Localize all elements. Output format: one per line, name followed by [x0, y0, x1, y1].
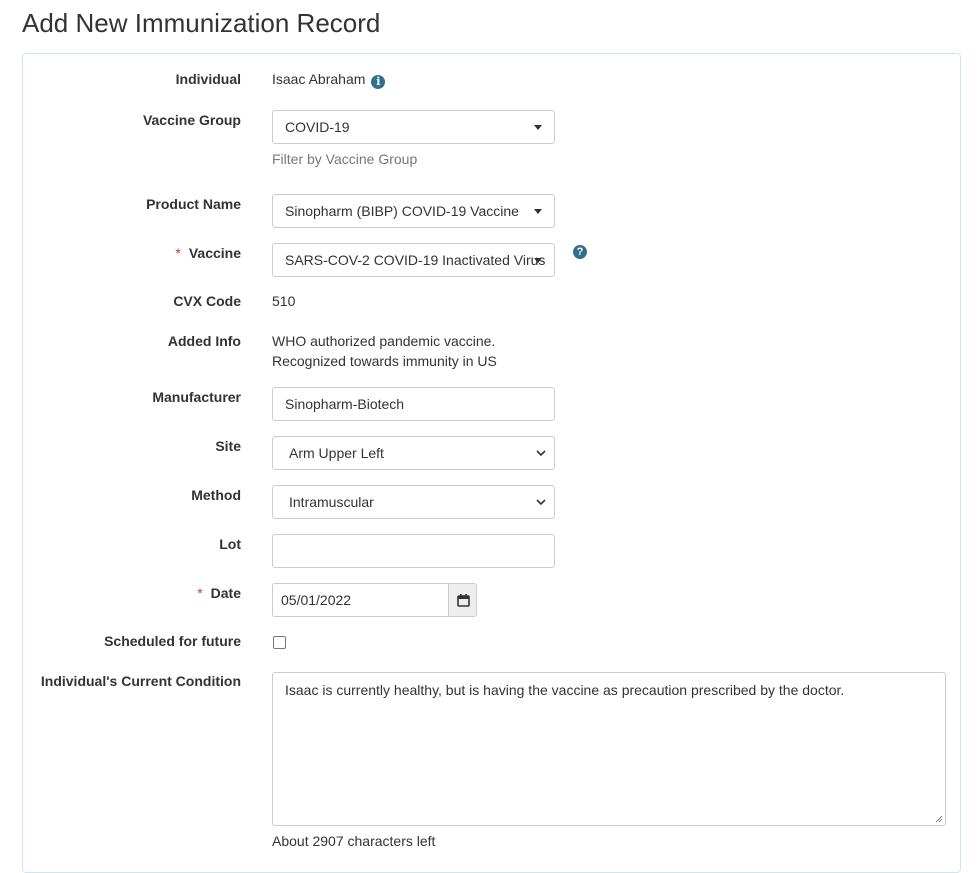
condition-value: Isaac is currently healthy, but is havin… [285, 682, 845, 698]
vaccine-selected: SARS-COV-2 COVID-19 Inactivated Virus [285, 252, 546, 268]
date-label: Date [210, 585, 241, 601]
lot-label: Lot [219, 536, 241, 552]
calendar-icon [457, 594, 470, 607]
method-selected: Intramuscular [289, 494, 374, 510]
date-label-wrap: * Date [197, 585, 241, 601]
chevron-down-icon [536, 499, 546, 506]
site-label: Site [215, 438, 241, 454]
individual-label: Individual [175, 71, 241, 87]
manufacturer-value: Sinopharm-Biotech [285, 396, 405, 412]
vaccine-dropdown[interactable]: SARS-COV-2 COVID-19 Inactivated Virus [272, 243, 555, 277]
info-circle-icon[interactable]: i [371, 75, 386, 89]
product-name-label: Product Name [146, 196, 241, 212]
added-info-line1: WHO authorized pandemic vaccine. [272, 333, 496, 349]
required-asterisk: * [197, 585, 203, 601]
cvx-code-label: CVX Code [173, 293, 241, 309]
required-asterisk: * [175, 245, 181, 261]
vaccine-group-label: Vaccine Group [142, 112, 241, 128]
date-picker: 05/01/2022 [272, 583, 477, 617]
method-select[interactable]: Intramuscular [272, 485, 555, 519]
vaccine-label: Vaccine [188, 245, 241, 261]
individual-value-wrap: Isaac Abraham i [272, 71, 386, 89]
question-circle-icon[interactable]: ? [573, 245, 587, 259]
product-name-selected: Sinopharm (BIBP) COVID-19 Vaccine [285, 203, 519, 219]
manufacturer-label: Manufacturer [152, 389, 241, 405]
calendar-button[interactable] [448, 583, 477, 617]
condition-label: Individual's Current Condition [40, 673, 241, 689]
scheduled-checkbox[interactable] [273, 636, 286, 649]
condition-textarea[interactable]: Isaac is currently healthy, but is havin… [272, 672, 946, 826]
added-info-label: Added Info [167, 333, 241, 349]
vaccine-group-help: Filter by Vaccine Group [272, 151, 418, 167]
caret-down-icon [534, 209, 542, 214]
site-selected: Arm Upper Left [289, 445, 384, 461]
individual-value: Isaac Abraham [272, 71, 366, 87]
caret-down-icon [534, 258, 542, 263]
method-label: Method [191, 487, 241, 503]
resize-handle-icon[interactable] [935, 815, 943, 823]
vaccine-group-selected: COVID-19 [285, 119, 350, 135]
chevron-down-icon [536, 450, 546, 457]
vaccine-group-dropdown[interactable]: COVID-19 [272, 110, 555, 144]
product-name-dropdown[interactable]: Sinopharm (BIBP) COVID-19 Vaccine [272, 194, 555, 228]
lot-input[interactable] [272, 534, 555, 568]
cvx-code-value: 510 [272, 293, 296, 309]
added-info-line2: Recognized towards immunity in US [272, 353, 497, 369]
vaccine-label-wrap: * Vaccine [175, 245, 241, 261]
immunization-form-panel: Individual Isaac Abraham i Vaccine Group … [22, 53, 961, 873]
manufacturer-input[interactable]: Sinopharm-Biotech [272, 387, 555, 421]
page-title: Add New Immunization Record [22, 8, 381, 38]
date-input[interactable]: 05/01/2022 [272, 583, 448, 617]
site-select[interactable]: Arm Upper Left [272, 436, 555, 470]
characters-left: About 2907 characters left [272, 833, 436, 849]
date-value: 05/01/2022 [281, 592, 352, 608]
scheduled-label: Scheduled for future [104, 633, 241, 649]
caret-down-icon [534, 125, 542, 130]
